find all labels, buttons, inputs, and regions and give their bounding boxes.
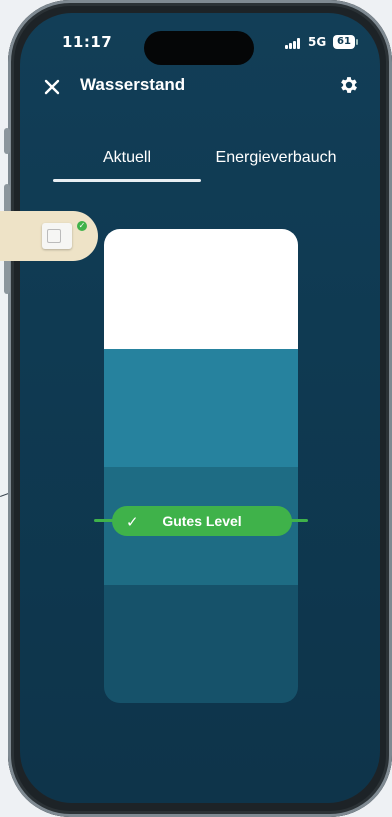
active-tab-indicator	[53, 179, 201, 182]
close-icon	[44, 79, 60, 95]
settings-button[interactable]	[338, 74, 360, 96]
signal-icon	[285, 38, 303, 49]
dynamic-island	[144, 31, 254, 65]
page-title: Wasserstand	[80, 75, 186, 94]
status-time: 11:17	[62, 33, 113, 51]
device-status-check-icon: ✓	[77, 221, 87, 231]
water-tank	[104, 229, 298, 703]
device-icon	[42, 223, 72, 249]
tank-empty-section	[104, 229, 298, 349]
level-label: Gutes Level	[162, 513, 242, 529]
status-bar: 11:17 5G 61	[20, 13, 380, 69]
device-badge: ✓	[0, 211, 98, 261]
battery-level: 61	[337, 36, 351, 47]
tank-upper-section	[104, 349, 298, 467]
gear-icon	[341, 77, 357, 93]
tab-bar: Aktuell Energieverbauch	[20, 149, 380, 189]
side-button-action	[4, 128, 10, 154]
tank-lower-section	[104, 585, 298, 703]
network-label: 5G	[308, 35, 327, 49]
header: Wasserstand	[20, 73, 380, 103]
tab-energieverbauch[interactable]: Energieverbauch	[206, 149, 346, 167]
level-badge: ✓ Gutes Level	[112, 506, 292, 536]
battery-icon: 61	[333, 35, 358, 49]
close-button[interactable]	[44, 75, 60, 95]
app-screen: 11:17 5G 61 Wasserstand Aktuell Energiev…	[20, 13, 380, 803]
tab-aktuell[interactable]: Aktuell	[54, 149, 200, 167]
